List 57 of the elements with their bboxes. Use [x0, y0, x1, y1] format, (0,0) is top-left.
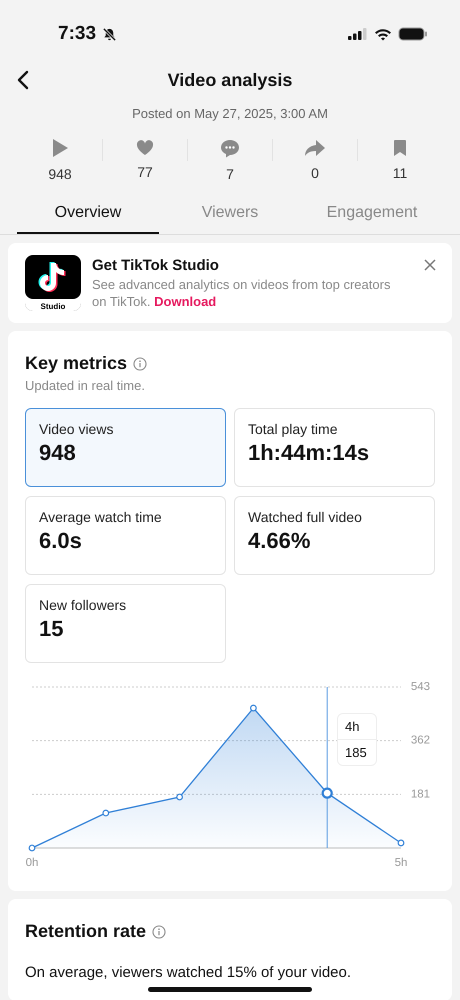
- x-axis-label: 0h: [26, 857, 38, 869]
- tooltip-time: 4h: [338, 714, 376, 740]
- y-axis-label: 181: [410, 788, 430, 800]
- wifi-icon: [374, 28, 392, 40]
- data-point: [176, 794, 183, 800]
- metric-value: 948: [39, 440, 77, 466]
- data-point: [102, 810, 110, 816]
- tooltip-value: 185: [344, 744, 368, 762]
- info-icon[interactable]: [133, 356, 148, 370]
- battery-icon: [398, 27, 428, 41]
- posted-date: Posted on May 27, 2025, 3:00 AM: [131, 106, 329, 121]
- metric-value: 1h:44m:14s: [248, 440, 370, 466]
- signal-icon: [348, 28, 368, 40]
- metric-label: Video views: [39, 421, 114, 437]
- banner-title: Get TikTok Studio: [92, 257, 220, 274]
- metric-value: 4.66%: [248, 528, 312, 554]
- metric-label: New followers: [39, 597, 128, 613]
- metric-tile[interactable]: Video views 948: [25, 408, 226, 487]
- metric-label: Average watch time: [39, 509, 163, 525]
- section-title: Retention rate: [25, 921, 146, 942]
- stat-count: 0: [311, 165, 319, 181]
- section-title: Key metrics: [25, 353, 128, 374]
- section-subtitle: Updated in real time.: [25, 378, 146, 393]
- metric-label: Watched full video: [248, 509, 363, 525]
- tab[interactable]: Overview: [17, 197, 159, 234]
- y-axis-label: 362: [410, 734, 430, 747]
- selected-point[interactable]: [322, 788, 333, 799]
- x-axis-label: 5h: [394, 857, 408, 869]
- comment-icon: [220, 138, 240, 158]
- stat-count: 77: [137, 164, 153, 180]
- metric-value: 15: [39, 616, 64, 642]
- back-icon[interactable]: [17, 70, 29, 90]
- y-axis-label: 543: [410, 681, 430, 694]
- retention-text: On average, viewers watched 15% of your video.: [25, 964, 352, 981]
- clock-time: 7:33: [58, 23, 96, 45]
- banner-text: See advanced analytics on videos from top creators on TikTok. Download: [92, 276, 392, 310]
- metric-tile[interactable]: Watched full video 4.66%: [234, 496, 435, 575]
- stat-count: 948: [48, 166, 72, 182]
- stat-count: 7: [226, 166, 234, 182]
- metric-label: Total play time: [248, 421, 338, 437]
- close-icon[interactable]: [424, 259, 436, 271]
- info-icon[interactable]: [152, 924, 166, 938]
- stat-count: 11: [392, 165, 408, 181]
- metric-value: 6.0s: [39, 528, 83, 554]
- share-arrow-icon: [304, 139, 326, 157]
- bookmark-icon: [393, 139, 407, 157]
- metric-tile[interactable]: New followers 15: [25, 584, 226, 663]
- heart-icon: [136, 140, 154, 156]
- data-point: [28, 844, 36, 852]
- metric-tile[interactable]: Total play time 1h:44m:14s: [234, 408, 435, 487]
- download-link[interactable]: Download: [154, 294, 216, 309]
- data-point: [250, 704, 257, 712]
- app-logo: Studio: [25, 255, 81, 311]
- data-point: [398, 840, 404, 846]
- metric-tile[interactable]: Average watch time 6.0s: [25, 496, 226, 575]
- play-icon: [51, 138, 69, 158]
- page-title: Video analysis: [168, 70, 292, 90]
